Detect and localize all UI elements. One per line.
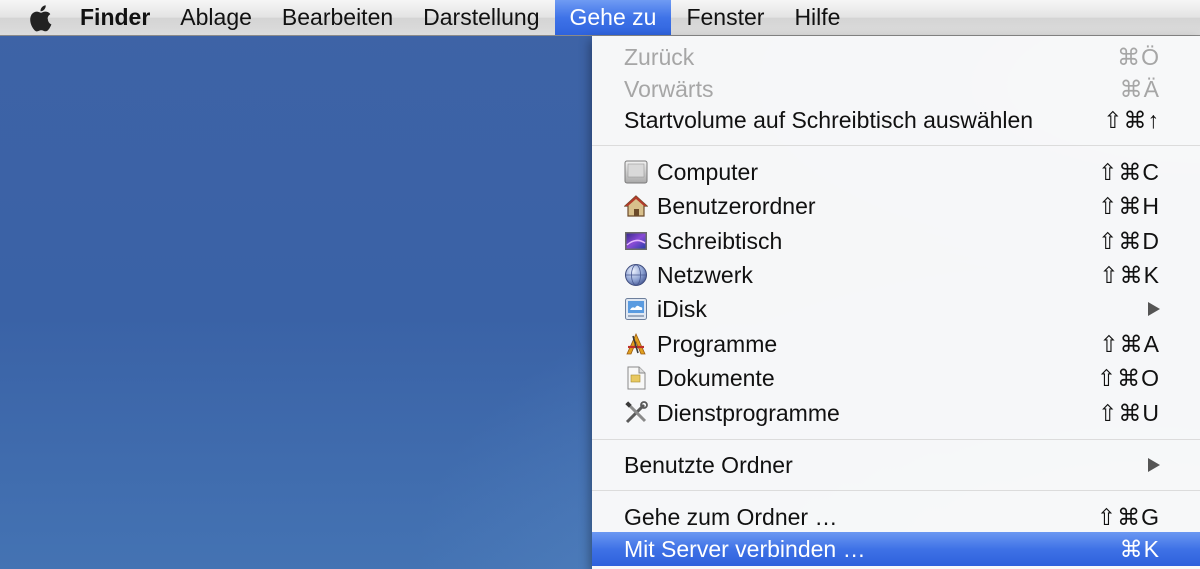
menu-item-shortcut: ⇧⌘O [1096,364,1160,391]
menu-item-benutzerordner[interactable]: Benutzerordner ⇧⌘H [592,189,1200,223]
menu-item-label: iDisk [657,295,707,322]
menu-item-label: Programme [657,330,778,357]
menu-separator [592,439,1200,440]
menu-item-label: Gehe zum Ordner … [624,503,838,530]
menu-fenster[interactable]: Fenster [671,0,779,35]
menu-item-shortcut: ⌘Ä [1119,75,1160,102]
menu-item-idisk[interactable]: iDisk [592,292,1200,326]
computer-icon [624,160,648,184]
menu-item-startvolume[interactable]: Startvolume auf Schreibtisch auswählen ⇧… [592,103,1200,137]
home-icon [624,195,648,217]
menu-item-shortcut: ⇧⌘U [1098,399,1160,426]
utilities-icon [625,401,648,424]
menu-separator [592,145,1200,146]
apple-menu[interactable] [22,0,58,35]
menu-item-label: Benutzte Ordner [624,451,793,478]
menu-item-shortcut: ⇧⌘↑ [1103,106,1160,133]
submenu-arrow-icon [1148,302,1160,316]
menu-item-label: Dienstprogramme [657,399,840,426]
menu-darstellung[interactable]: Darstellung [408,0,554,35]
menu-item-dienstprogramme[interactable]: Dienstprogramme ⇧⌘U [592,396,1200,430]
menu-gehe-zu[interactable]: Gehe zu [554,0,672,35]
menu-item-shortcut: ⇧⌘D [1098,227,1160,254]
gehe-zu-dropdown: Zurück ⌘Ö Vorwärts ⌘Ä Startvolume auf Sc… [592,36,1200,569]
apple-logo-icon [30,4,52,31]
menu-ablage[interactable]: Ablage [165,0,267,35]
menu-item-shortcut: ⌘K [1119,535,1160,562]
menu-item-label: Dokumente [657,364,775,391]
menu-bearbeiten[interactable]: Bearbeiten [267,0,408,35]
menu-item-shortcut: ⇧⌘K [1099,261,1160,288]
menu-item-benutzte-ordner[interactable]: Benutzte Ordner [592,448,1200,482]
menu-item-schreibtisch[interactable]: Schreibtisch ⇧⌘D [592,224,1200,258]
menu-item-programme[interactable]: Programme ⇧⌘A [592,327,1200,361]
menu-item-shortcut: ⌘Ö [1117,43,1160,70]
menu-item-label: Netzwerk [657,261,753,288]
menu-item-netzwerk[interactable]: Netzwerk ⇧⌘K [592,258,1200,292]
menu-item-computer[interactable]: Computer ⇧⌘C [592,155,1200,189]
menu-item-label: Mit Server verbinden … [624,535,866,562]
menu-item-shortcut: ⇧⌘A [1099,330,1160,357]
menu-item-label: Zurück [624,43,695,70]
menu-separator [592,490,1200,491]
applications-icon [626,333,646,355]
menu-item-label: Benutzerordner [657,192,816,219]
menu-item-label: Startvolume auf Schreibtisch auswählen [624,106,1034,133]
network-icon [625,264,647,286]
menu-item-mit-server-verbinden[interactable]: Mit Server verbinden … ⌘K [592,532,1200,566]
menu-item-label: Computer [657,158,758,185]
menu-item-zurueck[interactable]: Zurück ⌘Ö [592,40,1200,74]
documents-icon [627,366,646,390]
menu-hilfe[interactable]: Hilfe [779,0,855,35]
menu-item-vorwaerts[interactable]: Vorwärts ⌘Ä [592,72,1200,106]
menu-item-gehe-zum-ordner[interactable]: Gehe zum Ordner … ⇧⌘G [592,500,1200,534]
menu-item-label: Vorwärts [624,75,714,102]
menu-item-dokumente[interactable]: Dokumente ⇧⌘O [592,361,1200,395]
desktop-icon [625,232,647,250]
idisk-icon [625,298,647,320]
menu-item-shortcut: ⇧⌘C [1098,158,1160,185]
menu-item-shortcut: ⇧⌘H [1098,192,1160,219]
submenu-arrow-icon [1148,458,1160,472]
menu-finder[interactable]: Finder [58,0,165,35]
menu-item-label: Schreibtisch [657,227,783,254]
menu-bar: Finder Ablage Bearbeiten Darstellung Geh… [0,0,1200,36]
menu-item-shortcut: ⇧⌘G [1096,503,1160,530]
